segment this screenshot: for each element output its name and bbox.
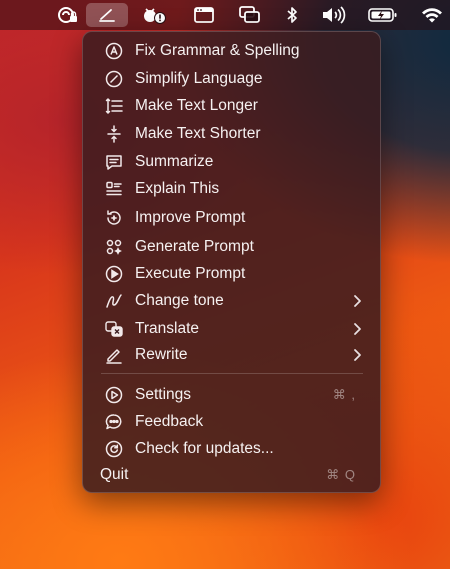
- pencil-icon: [105, 346, 123, 364]
- menu-item-label: Summarize: [135, 153, 214, 170]
- summarize-icon: [105, 153, 123, 171]
- generate-prompt-icon: [105, 238, 123, 256]
- menu-item-label: Check for updates...: [135, 440, 274, 457]
- grammar-icon: [105, 42, 123, 60]
- menu-item-fix-grammar[interactable]: Fix Grammar & Spelling: [83, 38, 380, 64]
- menu-item-change-tone[interactable]: Change tone: [83, 288, 380, 314]
- translate-icon: [105, 320, 123, 338]
- menu-item-feedback[interactable]: Feedback: [83, 409, 380, 435]
- menu-item-label: Change tone: [135, 292, 224, 309]
- wifi-icon[interactable]: [420, 3, 444, 27]
- menu-item-label: Fix Grammar & Spelling: [135, 42, 300, 59]
- tone-icon: [105, 292, 123, 310]
- menu-item-label: Improve Prompt: [135, 209, 246, 226]
- menu-item-label: Settings: [135, 386, 192, 403]
- menu-item-label: Make Text Shorter: [135, 125, 261, 142]
- bug-alert-icon[interactable]: [140, 3, 168, 27]
- play-icon: [105, 265, 123, 283]
- menu-item-label: Simplify Language: [135, 70, 263, 87]
- update-icon: [105, 440, 123, 458]
- menu-bar: [0, 0, 450, 30]
- menu-item-translate[interactable]: Translate: [83, 316, 380, 342]
- menu-item-make-shorter[interactable]: Make Text Shorter: [83, 121, 380, 147]
- shorten-text-icon: [105, 125, 123, 143]
- menu-item-rewrite[interactable]: Rewrite: [83, 342, 380, 368]
- chevron-right-icon: [352, 322, 362, 336]
- chevron-right-icon: [352, 348, 362, 362]
- expand-text-icon: [105, 97, 123, 115]
- menu-item-summarize[interactable]: Summarize: [83, 149, 380, 175]
- menu-item-improve-prompt[interactable]: Improve Prompt: [83, 205, 380, 231]
- screen-mirroring-icon[interactable]: [237, 3, 263, 27]
- ai-assistant-lock-icon[interactable]: [55, 3, 81, 27]
- menu-item-label: Translate: [135, 320, 200, 337]
- menu-item-label: Make Text Longer: [135, 97, 258, 114]
- feedback-icon: [105, 413, 123, 431]
- settings-shortcut: ⌘ ,: [332, 387, 356, 402]
- menu-item-label: Execute Prompt: [135, 265, 246, 282]
- explain-icon: [105, 180, 123, 198]
- window-icon[interactable]: [192, 3, 216, 27]
- menu-divider: [101, 373, 363, 374]
- quit-shortcut: ⌘ Q: [326, 467, 356, 482]
- menu-item-quit[interactable]: Quit ⌘ Q: [83, 462, 380, 488]
- volume-icon[interactable]: [320, 3, 348, 27]
- menu-item-make-longer[interactable]: Make Text Longer: [83, 93, 380, 119]
- menu-item-label: Feedback: [135, 413, 204, 430]
- menu-item-settings[interactable]: Settings ⌘ ,: [83, 382, 380, 408]
- menu-item-label: Generate Prompt: [135, 238, 254, 255]
- menu-item-generate-prompt[interactable]: Generate Prompt: [83, 234, 380, 260]
- menu-item-label: Quit: [100, 466, 129, 483]
- simplify-icon: [105, 70, 123, 88]
- battery-charging-icon[interactable]: [368, 3, 398, 27]
- writing-assistant-icon[interactable]: [86, 3, 128, 27]
- settings-icon: [105, 386, 123, 404]
- writing-assistant-menu: Fix Grammar & Spelling Simplify Language…: [82, 31, 381, 493]
- menu-item-execute-prompt[interactable]: Execute Prompt: [83, 261, 380, 287]
- menu-item-simplify-language[interactable]: Simplify Language: [83, 66, 380, 92]
- bluetooth-icon[interactable]: [284, 3, 300, 27]
- menu-item-label: Rewrite: [135, 346, 188, 363]
- improve-prompt-icon: [105, 209, 123, 227]
- chevron-right-icon: [352, 294, 362, 308]
- menu-item-check-updates[interactable]: Check for updates...: [83, 436, 380, 462]
- menu-item-explain-this[interactable]: Explain This: [83, 176, 380, 202]
- menu-item-label: Explain This: [135, 180, 220, 197]
